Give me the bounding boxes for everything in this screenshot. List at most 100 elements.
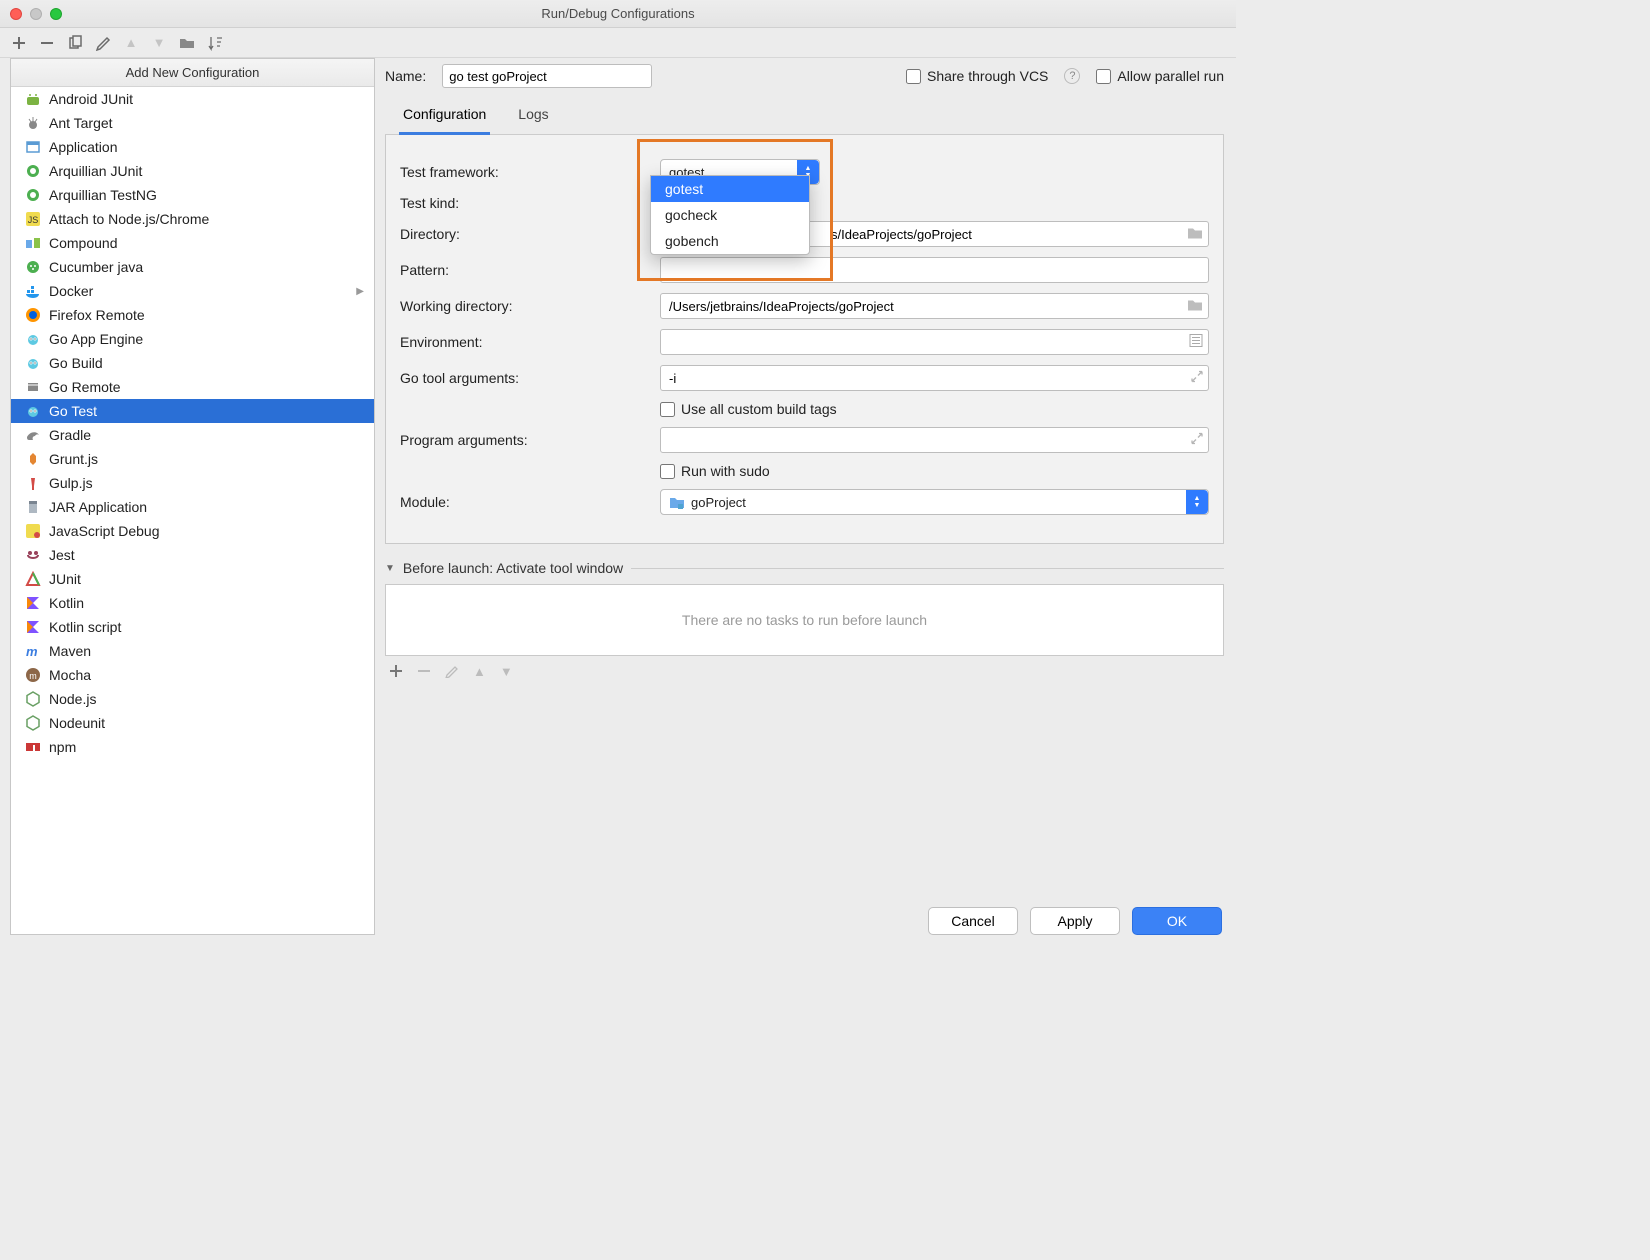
android-icon [25,91,41,107]
config-type-label: Mocha [49,667,91,683]
progargs-input[interactable] [660,427,1209,453]
nodeattach-icon: JS [25,211,41,227]
maven-icon: m [25,643,41,659]
config-type-label: Jest [49,547,75,563]
config-type-jest[interactable]: Jest [11,543,374,567]
config-type-go-remote[interactable]: Go Remote [11,375,374,399]
config-type-label: Go App Engine [49,331,143,347]
config-type-kotlin-script[interactable]: Kotlin script [11,615,374,639]
dropdown-option-gotest[interactable]: gotest [651,176,809,202]
config-type-junit[interactable]: JUnit [11,567,374,591]
chevron-updown-icon: ▲▼ [1186,490,1208,514]
npm-icon [25,739,41,755]
ant-icon [25,115,41,131]
tab-logs[interactable]: Logs [514,98,552,134]
app-icon [25,139,41,155]
tab-configuration[interactable]: Configuration [399,98,490,135]
down-icon[interactable]: ▼ [150,34,168,52]
mocha-icon: m [25,667,41,683]
config-type-label: Gulp.js [49,475,93,491]
config-type-compound[interactable]: Compound [11,231,374,255]
config-type-grunt-js[interactable]: Grunt.js [11,447,374,471]
config-type-node-js[interactable]: Node.js [11,687,374,711]
expand-icon[interactable] [1191,371,1203,386]
share-vcs-checkbox[interactable]: Share through VCS [906,68,1048,84]
config-type-docker[interactable]: Docker▶ [11,279,374,303]
kotlin-icon [25,595,41,611]
config-type-label: JUnit [49,571,81,587]
settings-icon[interactable] [94,34,112,52]
up-icon[interactable]: ▲ [122,34,140,52]
config-type-go-build[interactable]: Go Build [11,351,374,375]
window-controls [10,8,62,20]
config-type-go-test[interactable]: Go Test [11,399,374,423]
config-type-cucumber-java[interactable]: Cucumber java [11,255,374,279]
form-panel: Test framework: gotest ▲▼ Test kind: Dir… [385,135,1224,544]
env-input[interactable] [660,329,1209,355]
use-tags-checkbox[interactable]: Use all custom build tags [660,401,837,417]
add-icon[interactable] [10,34,28,52]
config-type-mocha[interactable]: m Mocha [11,663,374,687]
config-type-label: Arquillian JUnit [49,163,142,179]
arq-icon [25,187,41,203]
config-type-application[interactable]: Application [11,135,374,159]
config-type-nodeunit[interactable]: Nodeunit [11,711,374,735]
config-type-ant-target[interactable]: Ant Target [11,111,374,135]
dropdown-option-gobench[interactable]: gobench [651,228,809,254]
minimize-window-icon[interactable] [30,8,42,20]
config-type-gradle[interactable]: Gradle [11,423,374,447]
copy-icon[interactable] [66,34,84,52]
pattern-input[interactable] [660,257,1209,283]
remove-icon[interactable] [38,34,56,52]
apply-button[interactable]: Apply [1030,907,1120,935]
ok-button[interactable]: OK [1132,907,1222,935]
add-icon[interactable] [389,664,403,681]
config-type-label: Go Remote [49,379,121,395]
titlebar: Run/Debug Configurations [0,0,1236,28]
name-input[interactable] [442,64,652,88]
folder-icon[interactable] [178,34,196,52]
go-icon [25,403,41,419]
config-type-arquillian-junit[interactable]: Arquillian JUnit [11,159,374,183]
browse-folder-icon[interactable] [1187,226,1203,243]
config-type-label: Application [49,139,118,155]
zoom-window-icon[interactable] [50,8,62,20]
config-type-javascript-debug[interactable]: JavaScript Debug [11,519,374,543]
config-type-label: npm [49,739,76,755]
config-type-android-junit[interactable]: Android JUnit [11,87,374,111]
config-type-attach-to-node-js-chrome[interactable]: JSAttach to Node.js/Chrome [11,207,374,231]
config-type-arquillian-testng[interactable]: Arquillian TestNG [11,183,374,207]
expand-icon[interactable] [1191,433,1203,448]
config-type-jar-application[interactable]: JAR Application [11,495,374,519]
module-select[interactable]: goProject ▲▼ [660,489,1209,515]
config-type-label: Compound [49,235,118,251]
sudo-checkbox[interactable]: Run with sudo [660,463,770,479]
compound-icon [25,235,41,251]
up-icon: ▲ [473,664,486,681]
help-icon[interactable]: ? [1064,68,1080,84]
config-type-maven[interactable]: mMaven [11,639,374,663]
workdir-input[interactable] [660,293,1209,319]
browse-folder-icon[interactable] [1187,298,1203,315]
config-type-label: Node.js [49,691,96,707]
list-icon[interactable] [1189,334,1203,351]
config-type-firefox-remote[interactable]: Firefox Remote [11,303,374,327]
config-type-npm[interactable]: npm [11,735,374,759]
config-type-kotlin[interactable]: Kotlin [11,591,374,615]
progargs-label: Program arguments: [400,432,660,448]
module-label: Module: [400,494,660,510]
before-launch-header: Before launch: Activate tool window [403,560,623,576]
config-type-label: Grunt.js [49,451,98,467]
config-type-label: Kotlin script [49,619,121,635]
test-kind-label: Test kind: [400,195,660,211]
allow-parallel-checkbox[interactable]: Allow parallel run [1096,68,1224,84]
gotoolargs-input[interactable] [660,365,1209,391]
close-window-icon[interactable] [10,8,22,20]
chevron-down-icon[interactable]: ▼ [385,563,395,574]
config-type-go-app-engine[interactable]: Go App Engine [11,327,374,351]
dropdown-option-gocheck[interactable]: gocheck [651,202,809,228]
config-list-header: Add New Configuration [11,59,374,87]
sort-icon[interactable] [206,34,224,52]
cancel-button[interactable]: Cancel [928,907,1018,935]
config-type-gulp-js[interactable]: Gulp.js [11,471,374,495]
